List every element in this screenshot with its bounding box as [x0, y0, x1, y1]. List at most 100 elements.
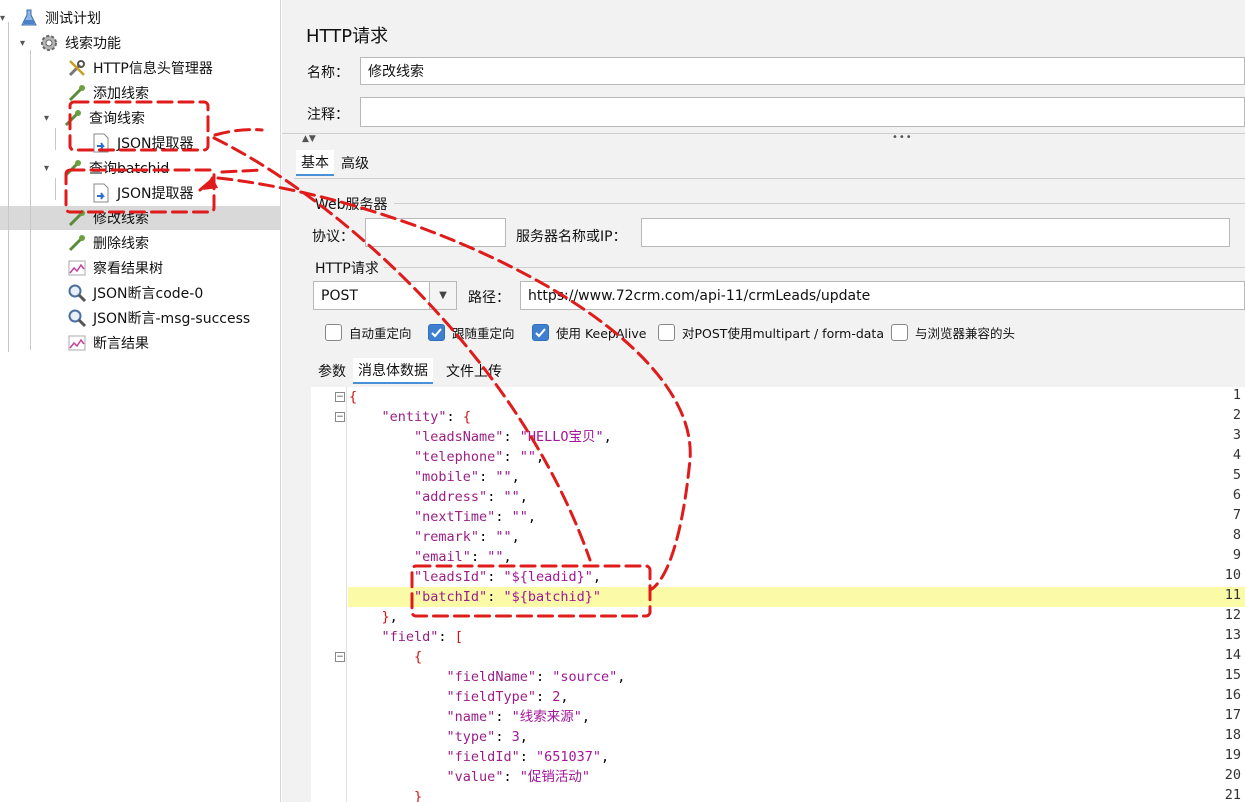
fold-toggle-icon[interactable]: −: [335, 412, 345, 422]
line-number-gutter: [311, 387, 347, 802]
tree-item-update-lead[interactable]: 修改线索: [48, 206, 149, 230]
check-icon[interactable]: [532, 324, 549, 341]
tree-item-json-extractor-2[interactable]: JSON提取器: [72, 181, 194, 205]
path-input[interactable]: https://www.72crm.com/api-11/crmLeads/up…: [520, 281, 1245, 310]
tree-item-label: 察看结果树: [93, 261, 163, 277]
divider: [384, 267, 1245, 268]
code-line: "remark": "",: [414, 529, 520, 545]
line-number: 20: [1224, 767, 1241, 783]
tree-item-label: 查询batchid: [89, 161, 170, 177]
path-label: 路径：: [468, 290, 510, 306]
tree-item-label: JSON断言code-0: [93, 286, 204, 302]
code-line: "value": "促销活动": [446, 769, 590, 785]
checkbox-box[interactable]: [891, 324, 908, 341]
pipette-icon: [66, 232, 88, 254]
expand-chevron-icon[interactable]: ▾: [20, 38, 34, 49]
code-line: "telephone": "",: [414, 449, 545, 465]
gear-icon: [38, 32, 60, 54]
tab-parameters[interactable]: 参数: [313, 358, 351, 384]
checkbox-box[interactable]: [325, 324, 342, 341]
method-value: POST: [321, 287, 358, 304]
line-number: 5: [1232, 467, 1241, 483]
divider: [282, 133, 1245, 134]
comment-input[interactable]: [360, 97, 1245, 127]
server-input[interactable]: [641, 218, 1230, 247]
panel-title: HTTP请求: [306, 26, 389, 47]
tree-item-view-results-tree[interactable]: 察看结果树: [48, 256, 163, 280]
code-line: {: [414, 649, 423, 665]
line-number: 6: [1232, 487, 1241, 503]
checkbox-label: 对POST使用multipart / form-data: [682, 326, 884, 341]
tree-item-query-batchid[interactable]: ▾ 查询batchid: [44, 156, 169, 180]
fold-toggle-icon[interactable]: −: [335, 652, 345, 662]
tree-item-delete-lead[interactable]: 删除线索: [48, 231, 149, 255]
code-line: "field": [: [381, 629, 463, 645]
line-number: 17: [1224, 707, 1241, 723]
multipart-checkbox[interactable]: 对POST使用multipart / form-data: [658, 323, 884, 342]
collapse-arrows-icon[interactable]: ▲▼: [302, 134, 316, 144]
tree-item-json-assert-msg[interactable]: JSON断言-msg-success: [48, 306, 250, 330]
line-number: 21: [1224, 787, 1241, 802]
extractor-icon: [90, 182, 112, 204]
tree-item-thread-group[interactable]: ▾ 线索功能: [20, 31, 121, 55]
method-select[interactable]: POST ▼: [313, 281, 457, 310]
chevron-down-icon[interactable]: ▼: [429, 282, 456, 309]
divider: [394, 203, 1245, 204]
test-plan-tree: ▾ 测试计划 ▾ 线索功能 HTTP信息头管理器 添加线索 ▾ 查询线索 JSO…: [0, 0, 290, 802]
name-input[interactable]: 修改线索: [360, 57, 1245, 85]
tree-item-test-plan[interactable]: ▾ 测试计划: [0, 6, 101, 30]
tab-body-data[interactable]: 消息体数据: [353, 358, 433, 384]
expand-chevron-icon[interactable]: ▾: [44, 113, 58, 124]
keepalive-checkbox[interactable]: 使用 KeepAlive: [532, 323, 646, 342]
tree-item-header-manager[interactable]: HTTP信息头管理器: [48, 56, 213, 80]
tab-basic[interactable]: 基本: [296, 150, 334, 176]
code-line: "entity": {: [381, 409, 471, 425]
line-number: 14: [1224, 647, 1241, 663]
drag-handle-icon[interactable]: •••: [892, 132, 913, 143]
auto-redirect-checkbox[interactable]: 自动重定向: [325, 323, 412, 342]
tree-item-assertion-results[interactable]: 断言结果: [48, 331, 149, 355]
tree-item-json-assert-code[interactable]: JSON断言code-0: [48, 281, 203, 305]
pipette-icon: [66, 82, 88, 104]
tree-item-label: 断言结果: [93, 336, 149, 352]
magnifier-icon: [66, 282, 88, 304]
expand-chevron-icon[interactable]: ▾: [0, 13, 14, 24]
expand-chevron-icon[interactable]: ▾: [44, 163, 58, 174]
tree-guide-line: [8, 22, 9, 352]
tree-item-label: 线索功能: [65, 36, 121, 52]
tree-item-add-lead[interactable]: 添加线索: [48, 81, 149, 105]
fold-toggle-icon[interactable]: −: [335, 392, 345, 402]
extractor-icon: [90, 132, 112, 154]
graph-icon: [66, 332, 88, 354]
tree-item-label: JSON提取器: [117, 186, 194, 202]
tree-item-query-lead[interactable]: ▾ 查询线索: [44, 106, 145, 130]
code-line: "address": "",: [414, 489, 528, 505]
tree-item-label: 测试计划: [45, 11, 101, 27]
protocol-label: 协议：: [312, 229, 354, 245]
follow-redirect-checkbox[interactable]: 跟随重定向: [428, 323, 515, 342]
browser-headers-checkbox[interactable]: 与浏览器兼容的头: [891, 323, 1015, 342]
pipette-icon: [62, 157, 84, 179]
line-number: 9: [1232, 547, 1241, 563]
code-line: "email": "",: [414, 549, 512, 565]
tab-advanced[interactable]: 高级: [336, 150, 374, 176]
checkbox-box[interactable]: [658, 324, 675, 341]
line-number: 4: [1232, 447, 1241, 463]
checkbox-label: 自动重定向: [349, 326, 412, 341]
protocol-input[interactable]: [365, 218, 506, 247]
line-number: 12: [1224, 607, 1241, 623]
checkbox-label: 使用 KeepAlive: [556, 326, 647, 341]
code-line: },: [381, 609, 398, 625]
tree-item-label: JSON提取器: [117, 136, 194, 152]
check-icon[interactable]: [428, 324, 445, 341]
tree-guide-line: [55, 178, 56, 200]
body-data-editor[interactable]: { "entity": { "leadsName": "HELLO宝贝", "t…: [311, 387, 1245, 802]
name-label: 名称：: [307, 65, 349, 81]
graph-icon: [66, 257, 88, 279]
code-line: "fieldType": 2,: [446, 689, 569, 705]
tree-item-json-extractor-1[interactable]: JSON提取器: [72, 131, 194, 155]
line-number: 7: [1232, 507, 1241, 523]
tab-file-upload[interactable]: 文件上传: [441, 358, 507, 384]
server-label: 服务器名称或IP：: [516, 229, 627, 245]
line-number: 3: [1232, 427, 1241, 443]
